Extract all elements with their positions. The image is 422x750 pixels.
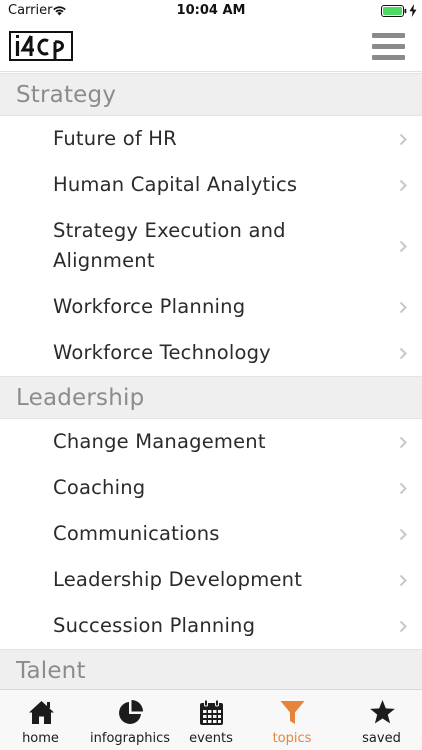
chevron-right-icon <box>399 133 407 146</box>
section-title: Strategy <box>16 81 117 108</box>
tab-events[interactable]: events <box>179 690 243 750</box>
filter-icon <box>280 701 305 724</box>
home-icon <box>28 701 54 724</box>
tab-label: home <box>22 731 59 746</box>
tab-home[interactable]: home <box>0 690 81 750</box>
section-header-talent: Talent <box>0 649 422 689</box>
section-header-leadership: Leadership <box>0 376 422 419</box>
tab-label: topics <box>272 731 312 746</box>
chevron-right-icon <box>399 347 407 360</box>
tab-label: saved <box>362 731 401 746</box>
chevron-right-icon <box>399 574 407 587</box>
list-item-label: Future of HR <box>53 127 177 150</box>
tab-label: infographics <box>90 731 170 746</box>
pie-chart-icon <box>119 700 143 724</box>
battery-icon <box>381 5 407 17</box>
i4cp-logo[interactable] <box>9 30 73 62</box>
list-item-workforce-technology[interactable]: Workforce Technology <box>0 330 422 376</box>
section-header-strategy: Strategy <box>0 73 422 116</box>
list-item-change-management[interactable]: Change Management <box>0 419 422 465</box>
list-item-label: Strategy Execution and Alignment <box>53 219 286 272</box>
hamburger-menu-icon[interactable] <box>372 31 405 61</box>
list-item-label: Human Capital Analytics <box>53 173 298 196</box>
tab-topics[interactable]: topics <box>243 690 341 750</box>
list-item-leadership-development[interactable]: Leadership Development <box>0 557 422 603</box>
calendar-icon <box>200 699 223 725</box>
topics-list[interactable]: Strategy Future of HR Human Capital Anal… <box>0 73 422 689</box>
tab-infographics[interactable]: infographics <box>81 690 179 750</box>
tab-saved[interactable]: saved <box>341 690 422 750</box>
tab-bar: home infographics events topics saved <box>0 689 422 750</box>
list-item-coaching[interactable]: Coaching <box>0 465 422 511</box>
section-title: Talent <box>16 657 86 684</box>
chevron-right-icon <box>399 301 407 314</box>
list-item-label: Leadership Development <box>53 568 303 591</box>
list-item-communications[interactable]: Communications <box>0 511 422 557</box>
list-item-label: Workforce Planning <box>53 295 246 318</box>
list-item-succession-planning[interactable]: Succession Planning <box>0 603 422 649</box>
section-title: Leadership <box>16 384 145 411</box>
list-item-label: Communications <box>53 522 220 545</box>
list-item-workforce-planning[interactable]: Workforce Planning <box>0 284 422 330</box>
chevron-right-icon <box>399 620 407 633</box>
nav-bar <box>0 22 422 72</box>
list-item-label: Workforce Technology <box>53 341 271 364</box>
list-item-future-of-hr[interactable]: Future of HR <box>0 116 422 162</box>
chevron-right-icon <box>399 240 407 253</box>
list-item-label: Coaching <box>53 476 146 499</box>
charging-bolt-icon <box>409 4 417 17</box>
list-item-label: Succession Planning <box>53 614 256 637</box>
list-item-human-capital-analytics[interactable]: Human Capital Analytics <box>0 162 422 208</box>
list-item-strategy-execution-and-alignment[interactable]: Strategy Execution and Alignment <box>0 208 422 284</box>
list-item-label: Change Management <box>53 430 266 453</box>
chevron-right-icon <box>399 482 407 495</box>
status-bar: Carrier 10:04 AM <box>0 0 422 22</box>
star-icon <box>369 700 395 724</box>
chevron-right-icon <box>399 179 407 192</box>
tab-label: events <box>189 731 233 746</box>
chevron-right-icon <box>399 528 407 541</box>
status-time: 10:04 AM <box>176 3 246 18</box>
chevron-right-icon <box>399 436 407 449</box>
